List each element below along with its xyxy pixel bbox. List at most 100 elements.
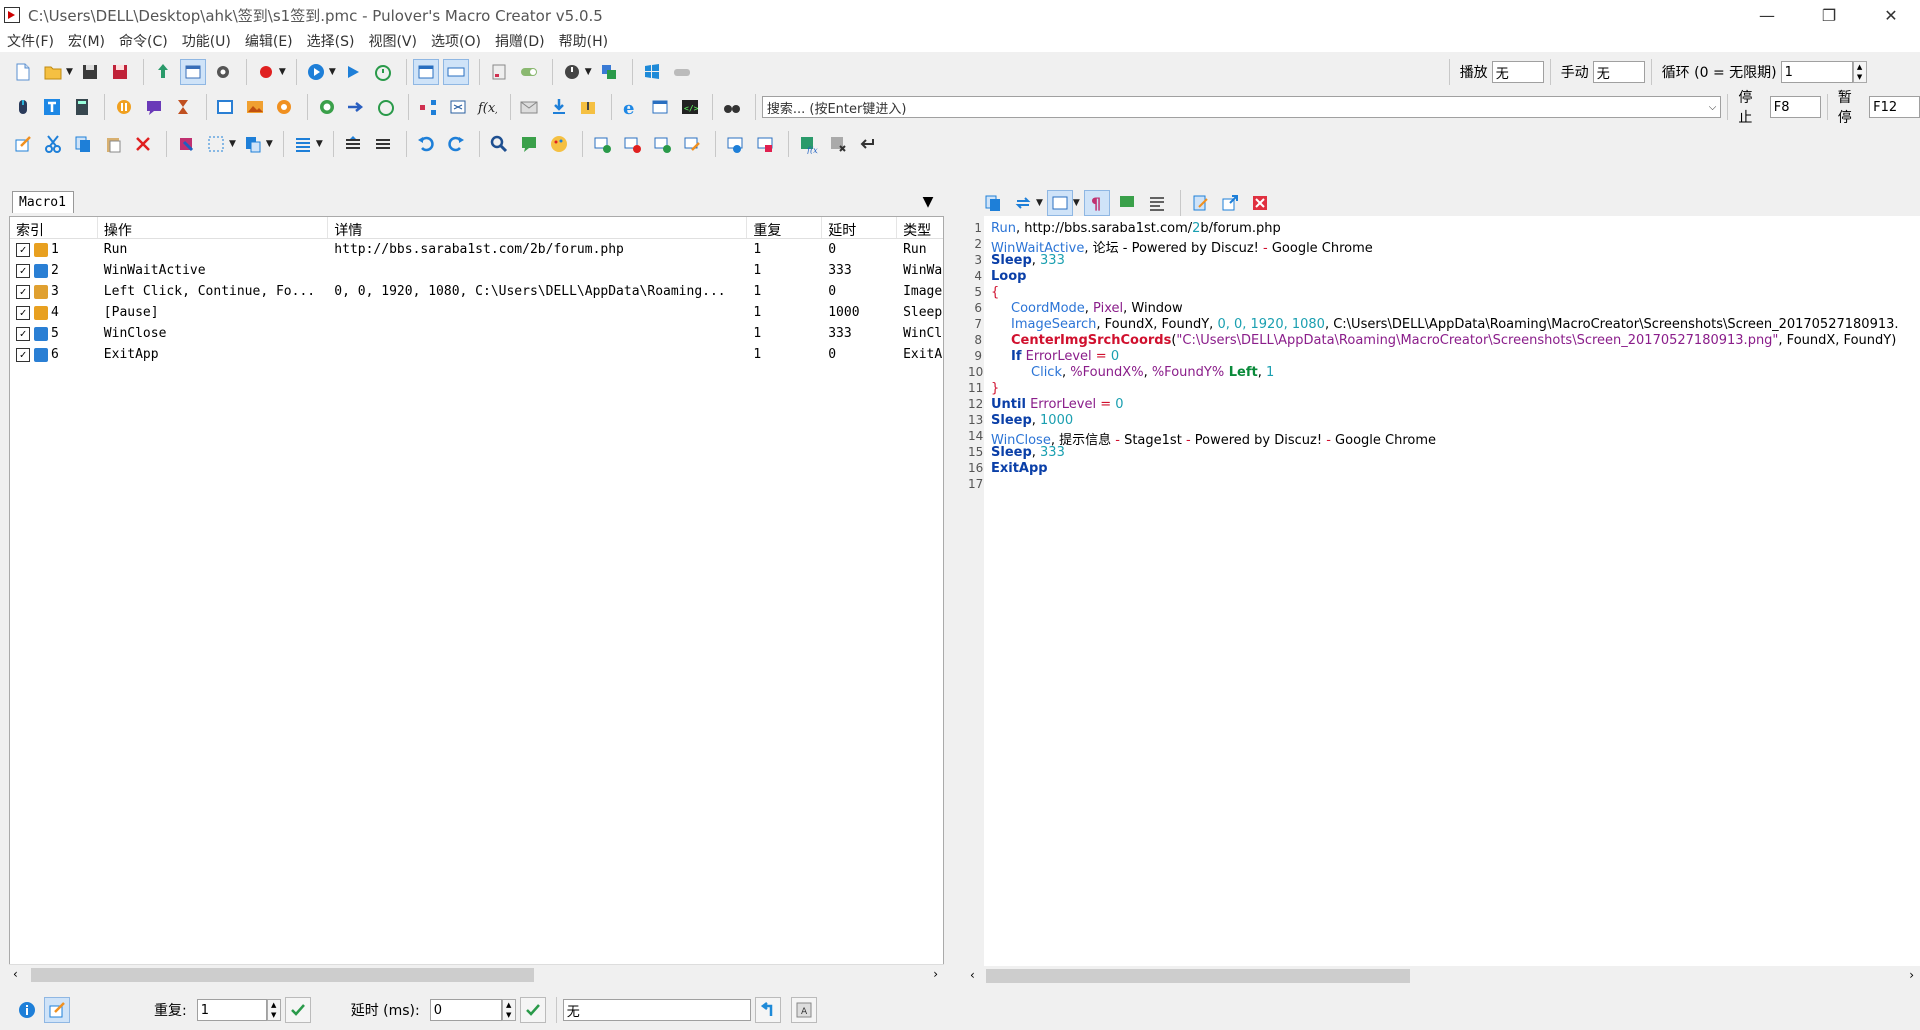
code-view[interactable]: 1 2 3 4 5 6 7 8 9 10 11 12 13 14 15 16 17 Run, http://bb… <box>962 216 1920 968</box>
delay-field[interactable]: 0 <box>429 999 502 1021</box>
close-code-icon[interactable] <box>1247 190 1273 216</box>
menu-options[interactable]: 选项(O) <box>424 31 488 51</box>
image-search-icon[interactable] <box>242 94 267 120</box>
chevron-down-icon[interactable]: ▼ <box>266 139 273 149</box>
email-icon[interactable] <box>517 94 542 120</box>
move-down-icon[interactable] <box>370 131 396 157</box>
edit-mode-icon[interactable] <box>44 997 70 1023</box>
scroll-left-icon[interactable]: ‹ <box>970 968 975 982</box>
chevron-down-icon[interactable]: ▼ <box>66 67 73 77</box>
preview-icon[interactable] <box>179 59 206 85</box>
header-repeat[interactable]: 重复 <box>747 217 823 238</box>
move-up-icon[interactable] <box>340 131 366 157</box>
list-horizontal-scrollbar[interactable]: ‹ › <box>9 964 944 984</box>
checkbox[interactable]: ✓ <box>16 326 30 341</box>
color-palette-icon[interactable] <box>546 131 572 157</box>
select-icon[interactable] <box>173 131 199 157</box>
copy-icon[interactable] <box>70 131 96 157</box>
checkbox[interactable]: ✓ <box>16 263 30 278</box>
find-icon[interactable] <box>486 131 512 157</box>
play-icon[interactable] <box>303 59 329 85</box>
goto-arrow-icon[interactable] <box>343 94 368 120</box>
download-icon[interactable] <box>546 94 571 120</box>
comment-toggle-icon[interactable] <box>1114 190 1140 216</box>
manual-hotkey-field[interactable]: 无 <box>1592 61 1645 83</box>
search-input[interactable]: 搜索... (按Enter键进入) ⌵ <box>761 96 1722 118</box>
delete-icon[interactable] <box>130 131 156 157</box>
header-type[interactable]: 类型 <box>897 217 943 238</box>
edit-icon[interactable] <box>10 131 36 157</box>
window-title-field[interactable]: 无 <box>562 999 751 1021</box>
menu-function[interactable]: 功能(U) <box>175 31 238 51</box>
checkbox[interactable]: ✓ <box>16 347 30 362</box>
save-icon[interactable] <box>77 59 103 85</box>
code-horizontal-scrollbar[interactable]: ‹ › <box>962 966 1920 986</box>
table-row[interactable]: ✓ 3 Left Click, Continue, Fo... 0, 0, 1920,… <box>10 281 943 302</box>
tab-macro1[interactable]: Macro1 <box>12 191 74 213</box>
return-icon[interactable] <box>855 131 881 157</box>
add-window-icon[interactable] <box>589 131 615 157</box>
function-icon[interactable]: f(x) <box>474 94 499 120</box>
chevron-down-icon[interactable]: ⌵ <box>1709 102 1717 113</box>
checkbox[interactable]: ✓ <box>16 242 30 257</box>
redo-icon[interactable] <box>443 131 469 157</box>
chevron-down-icon[interactable]: ▼ <box>316 139 323 149</box>
menu-view[interactable]: 视图(V) <box>361 31 424 51</box>
syntax-icon[interactable] <box>1046 190 1073 216</box>
new-file-icon[interactable] <box>10 59 36 85</box>
ie-browser-icon[interactable]: e <box>618 94 643 120</box>
cut-icon[interactable] <box>40 131 66 157</box>
menu-command[interactable]: 命令(C) <box>112 31 175 51</box>
menu-donate[interactable]: 捐赠(D) <box>488 31 552 51</box>
text-icon[interactable] <box>39 94 64 120</box>
header-action[interactable]: 操作 <box>98 217 329 238</box>
scroll-right-icon[interactable]: › <box>1909 968 1914 982</box>
refresh-icon[interactable] <box>1010 190 1036 216</box>
popout-icon[interactable] <box>1217 190 1243 216</box>
chevron-down-icon[interactable]: ▼ <box>585 67 592 77</box>
scroll-right-icon[interactable]: › <box>933 967 938 981</box>
windows-switch-icon[interactable] <box>596 59 622 85</box>
save-as-icon[interactable] <box>107 59 133 85</box>
apply-delay-check-icon[interactable] <box>519 997 546 1023</box>
pilcrow-icon[interactable]: ¶ <box>1083 190 1110 216</box>
edit-window-icon[interactable] <box>679 131 705 157</box>
play-test-icon[interactable] <box>340 59 366 85</box>
copy-window-icon[interactable] <box>649 131 675 157</box>
comment-icon[interactable] <box>516 131 542 157</box>
restore-button[interactable]: ❐ <box>1800 0 1858 30</box>
remove-window-icon[interactable] <box>619 131 645 157</box>
stop-hotkey-field[interactable]: F8 <box>1769 96 1821 118</box>
table-row[interactable]: ✓ 4 [Pause] 1 1000 Sleep <box>10 302 943 323</box>
info-icon[interactable] <box>14 997 40 1023</box>
open-folder-icon[interactable] <box>40 59 66 85</box>
pause-hotkey-field[interactable]: F12 <box>1869 96 1920 118</box>
scroll-left-icon[interactable]: ‹ <box>13 967 18 981</box>
scrollbar-thumb[interactable] <box>986 969 1410 983</box>
loop-count-field[interactable]: 1 <box>1780 61 1853 83</box>
remove-function-icon[interactable] <box>825 131 851 157</box>
copy-code-icon[interactable] <box>980 190 1006 216</box>
import-window-icon[interactable] <box>722 131 748 157</box>
chevron-down-icon[interactable]: ▼ <box>1036 198 1043 208</box>
power-icon[interactable] <box>559 59 585 85</box>
menu-help[interactable]: 帮助(H) <box>552 31 615 51</box>
zip-folder-icon[interactable] <box>576 94 601 120</box>
select-all-icon[interactable] <box>203 131 229 157</box>
flow-icon[interactable] <box>415 94 440 120</box>
delay-spinner[interactable]: ▲ ▼ <box>501 999 516 1021</box>
chevron-down-icon[interactable]: ▼ <box>329 67 336 77</box>
repeat-field[interactable]: 1 <box>196 999 267 1021</box>
menu-macro[interactable]: 宏(M) <box>61 31 112 51</box>
calendar-icon[interactable] <box>486 59 512 85</box>
apply-repeat-check-icon[interactable] <box>284 997 311 1023</box>
wrap-icon[interactable] <box>1144 190 1170 216</box>
chevron-down-icon[interactable]: ▼ <box>229 139 236 149</box>
hourglass-icon[interactable] <box>170 94 195 120</box>
table-row[interactable]: ✓ 5 WinClose 1 333 WinCl <box>10 323 943 344</box>
script-icon[interactable]: </> <box>677 94 702 120</box>
checkbox[interactable]: ✓ <box>16 305 30 320</box>
timer-icon[interactable] <box>370 59 396 85</box>
loop-icon[interactable] <box>314 94 339 120</box>
font-icon[interactable]: A <box>790 997 817 1023</box>
